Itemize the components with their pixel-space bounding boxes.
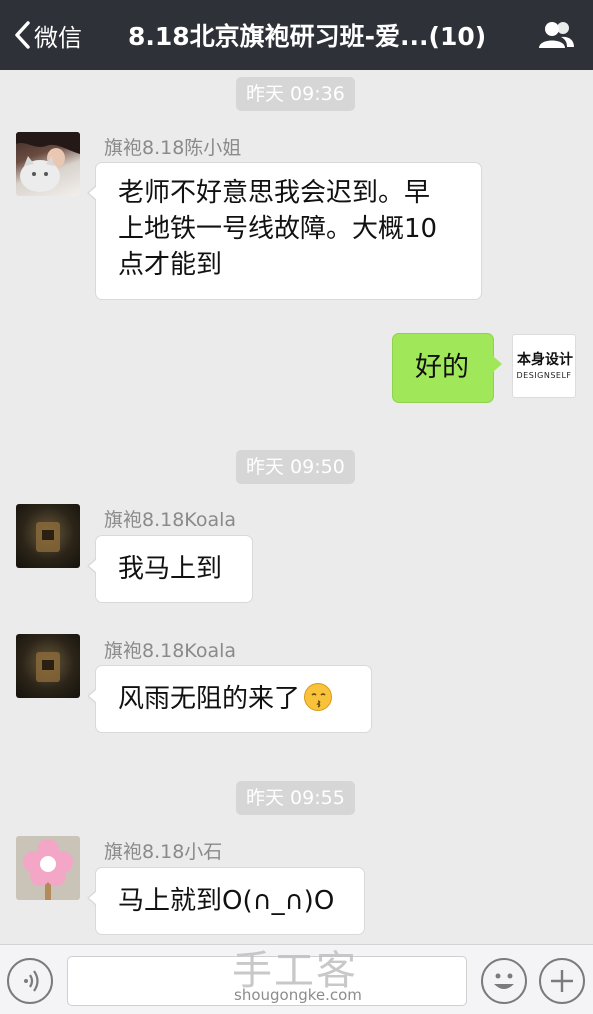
message-text: 风雨无阻的来了 (118, 684, 301, 714)
koala-photo-icon (36, 522, 60, 552)
message-bubble[interactable]: 老师不好意思我会迟到。早 上地铁一号线故障。大概10 点才能到 (87, 162, 482, 300)
more-button[interactable] (539, 958, 585, 1004)
avatar[interactable] (16, 634, 80, 698)
message-text: 好的 (415, 352, 469, 383)
voice-icon (24, 970, 39, 992)
back-button[interactable]: 微信 (12, 18, 82, 52)
message-bubble[interactable]: 风雨无阻的来了 (87, 665, 372, 733)
message-text: 马上就到O(∩_∩)O (118, 886, 335, 916)
voice-button[interactable] (7, 958, 53, 1004)
avatar[interactable] (16, 836, 80, 900)
avatar-logo-subtext: DESIGNSELF (516, 371, 572, 380)
message-text: 老师不好意思我会迟到。早 (118, 178, 431, 208)
cat-photo-icon (16, 132, 80, 192)
avatar[interactable] (16, 132, 80, 196)
my-avatar[interactable]: 本身设计 DESIGNSELF (512, 334, 576, 398)
koala-photo-icon (36, 652, 60, 682)
message-bubble[interactable]: 马上就到O(∩_∩)O (87, 867, 365, 935)
plus-icon (551, 970, 573, 992)
timestamp: 昨天 09:55 (236, 781, 355, 815)
message-text: 上地铁一号线故障。大概10 (118, 214, 438, 244)
back-chevron-icon (15, 21, 30, 49)
sender-name: 旗袍8.18Koala (104, 509, 237, 531)
message-bubble[interactable]: 我马上到 (87, 535, 253, 603)
group-members-icon (539, 22, 574, 48)
sender-name: 旗袍8.18Koala (104, 640, 237, 662)
nav-bar: 微信 8.18北京旗袍研习班-爱...(10) (0, 0, 593, 70)
kiss-emoji-icon (304, 683, 333, 711)
timestamp: 昨天 09:50 (236, 450, 355, 484)
group-members-button[interactable] (537, 20, 575, 50)
emoji-button[interactable] (481, 958, 527, 1004)
avatar[interactable] (16, 504, 80, 568)
chat-title: 8.18北京旗袍研习班-爱...(10) (128, 22, 487, 51)
flower-photo-icon (23, 839, 73, 900)
emoji-icon (494, 973, 514, 989)
back-label: 微信 (34, 23, 82, 52)
message-text: 我马上到 (118, 554, 223, 584)
message-text: 点才能到 (118, 250, 223, 280)
avatar-logo-text: 本身设计 (517, 352, 573, 368)
watermark-domain: shougongke.com (234, 986, 362, 1004)
sender-name: 旗袍8.18小石 (104, 841, 223, 863)
timestamp: 昨天 09:36 (236, 77, 355, 111)
outgoing-message-bubble[interactable]: 好的 (392, 333, 502, 403)
sender-name: 旗袍8.18陈小姐 (104, 137, 242, 159)
